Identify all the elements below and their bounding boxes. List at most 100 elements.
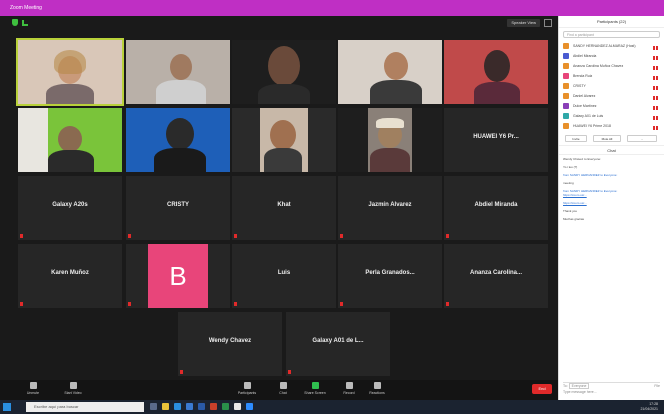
- word-icon[interactable]: [198, 403, 205, 410]
- reactions-button[interactable]: Reactions: [362, 382, 392, 395]
- video-tile[interactable]: HUAWEI Y6 Pr...: [444, 108, 548, 172]
- participant-avatar: [563, 123, 569, 129]
- video-tile[interactable]: [126, 40, 230, 104]
- participant-row[interactable]: Daniel Alvarez: [559, 91, 664, 101]
- participant-name: Galaxy A01 de L...: [312, 338, 364, 344]
- unmute-button[interactable]: Unmute: [18, 382, 48, 395]
- file-explorer-icon[interactable]: [162, 403, 169, 410]
- chat-message: meeting: [563, 181, 574, 185]
- share-screen-icon: [311, 382, 319, 389]
- participant-name: CRISTY: [166, 202, 189, 208]
- video-tile[interactable]: [232, 40, 336, 104]
- chat-input[interactable]: Type message here...: [563, 389, 660, 395]
- participant-name: Khat: [277, 202, 291, 208]
- store-icon[interactable]: [186, 403, 193, 410]
- task-view-icon[interactable]: [150, 403, 157, 410]
- participant-name: Wendy Chavez: [208, 338, 252, 344]
- participant-row[interactable]: Ananza Carolina Muñoz Chavez: [559, 61, 664, 71]
- chrome-icon[interactable]: [234, 403, 241, 410]
- speaker-view-button[interactable]: Speaker View: [507, 19, 540, 27]
- participant-video: [18, 108, 122, 172]
- muted-mic-icon: [340, 302, 343, 306]
- participant-video: [338, 108, 442, 172]
- excel-icon[interactable]: [222, 403, 229, 410]
- windows-start-icon[interactable]: [3, 403, 11, 411]
- connection-signal-icon[interactable]: [22, 20, 28, 26]
- muted-mic-icon: [234, 234, 237, 238]
- video-tile[interactable]: [18, 108, 122, 172]
- chat-link[interactable]: https://zoom.us/...: [563, 193, 587, 197]
- participant-video: [444, 40, 548, 104]
- video-gallery: Speaker View HUAWEI Y6 Pr... Galaxy A20s…: [0, 16, 558, 380]
- participant-row[interactable]: Abdiel Miranda: [559, 51, 664, 61]
- system-clock[interactable]: 17:28 21/04/2021: [640, 402, 658, 412]
- video-tile[interactable]: CRISTY: [126, 176, 230, 240]
- more-options-button[interactable]: ...: [627, 135, 657, 142]
- participant-avatar: [563, 83, 569, 89]
- camera-icon: [69, 382, 77, 389]
- video-tile[interactable]: Khat: [232, 176, 336, 240]
- video-tile[interactable]: Ananza Carolina...: [444, 244, 548, 308]
- file-button[interactable]: File: [654, 383, 660, 389]
- participant-row[interactable]: SANDY HERNANDEZ ALMARAZ (Host): [559, 41, 664, 51]
- video-tile[interactable]: Jazmín Alvarez: [338, 176, 442, 240]
- video-tile[interactable]: [126, 108, 230, 172]
- participant-row[interactable]: HUAWEI Y6 Prime 2018: [559, 121, 664, 131]
- title-bar: Zoom Meeting: [0, 0, 664, 16]
- participant-actions: Invite Mute All ...: [559, 133, 664, 145]
- video-tile[interactable]: [16, 38, 124, 106]
- video-tile[interactable]: Perla Granados...: [338, 244, 442, 308]
- participant-row[interactable]: Galaxy A01 de Luis: [559, 111, 664, 121]
- mute-all-button[interactable]: Mute All: [593, 135, 621, 142]
- edge-icon[interactable]: [174, 403, 181, 410]
- muted-mic-icon: [128, 302, 131, 306]
- participant-name: HUAWEI Y6 Pr...: [473, 134, 519, 140]
- chat-composer: To: Everyone File Type message here...: [563, 382, 660, 394]
- muted-mic-icon: [652, 74, 659, 80]
- chat-message: from SANDY HERNANDEZ to Everyone:: [563, 173, 618, 177]
- participant-list: SANDY HERNANDEZ ALMARAZ (Host) Abdiel Mi…: [559, 41, 664, 131]
- powerpoint-icon[interactable]: [210, 403, 217, 410]
- video-tile[interactable]: [338, 108, 442, 172]
- encryption-shield-icon[interactable]: [12, 19, 18, 26]
- participants-button[interactable]: Participants: [232, 382, 262, 395]
- video-tile[interactable]: B: [126, 244, 230, 308]
- chat-link[interactable]: https://zoom.us/...: [563, 201, 587, 205]
- participant-video: [126, 40, 230, 104]
- muted-mic-icon: [20, 234, 23, 238]
- taskbar-search-input[interactable]: Escribe aquí para buscar: [26, 402, 144, 412]
- share-screen-button[interactable]: Share Screen: [300, 382, 330, 395]
- record-icon: [345, 382, 353, 389]
- participant-row[interactable]: Dulce Martínez: [559, 101, 664, 111]
- participant-name: Ananza Carolina...: [469, 270, 522, 276]
- video-tile[interactable]: Galaxy A01 de L...: [286, 312, 390, 376]
- participant-name: Jazmín Alvarez: [368, 202, 412, 208]
- chat-message: Yo i leo (?): [563, 165, 578, 169]
- record-button[interactable]: Record: [334, 382, 364, 395]
- participant-row[interactable]: Brenda Ruiz: [559, 71, 664, 81]
- video-tile[interactable]: Abdiel Miranda: [444, 176, 548, 240]
- start-video-button[interactable]: Start Video: [58, 382, 88, 395]
- participant-search-input[interactable]: Find a participant: [563, 31, 660, 38]
- invite-button[interactable]: Invite: [565, 135, 587, 142]
- video-tile[interactable]: Luis: [232, 244, 336, 308]
- video-tile[interactable]: [232, 108, 336, 172]
- end-meeting-button[interactable]: End: [532, 384, 552, 394]
- video-tile[interactable]: [444, 40, 548, 104]
- participant-video: [126, 108, 230, 172]
- video-tile[interactable]: Karen Muñoz: [18, 244, 122, 308]
- participant-name: Karen Muñoz: [51, 270, 89, 276]
- video-tile[interactable]: [338, 40, 442, 104]
- participant-name: Luis: [277, 270, 291, 276]
- chat-button[interactable]: Chat: [268, 382, 298, 395]
- zoom-icon[interactable]: [246, 403, 253, 410]
- muted-mic-icon: [234, 302, 237, 306]
- chat-message: https://zoom.us/...: [559, 199, 664, 207]
- muted-mic-icon: [340, 234, 343, 238]
- participant-avatar: [563, 103, 569, 109]
- fullscreen-icon[interactable]: [544, 19, 552, 27]
- muted-mic-icon: [652, 84, 659, 90]
- participant-row[interactable]: CRISTY: [559, 81, 664, 91]
- video-tile[interactable]: Galaxy A20s: [18, 176, 122, 240]
- video-tile[interactable]: Wendy Chavez: [178, 312, 282, 376]
